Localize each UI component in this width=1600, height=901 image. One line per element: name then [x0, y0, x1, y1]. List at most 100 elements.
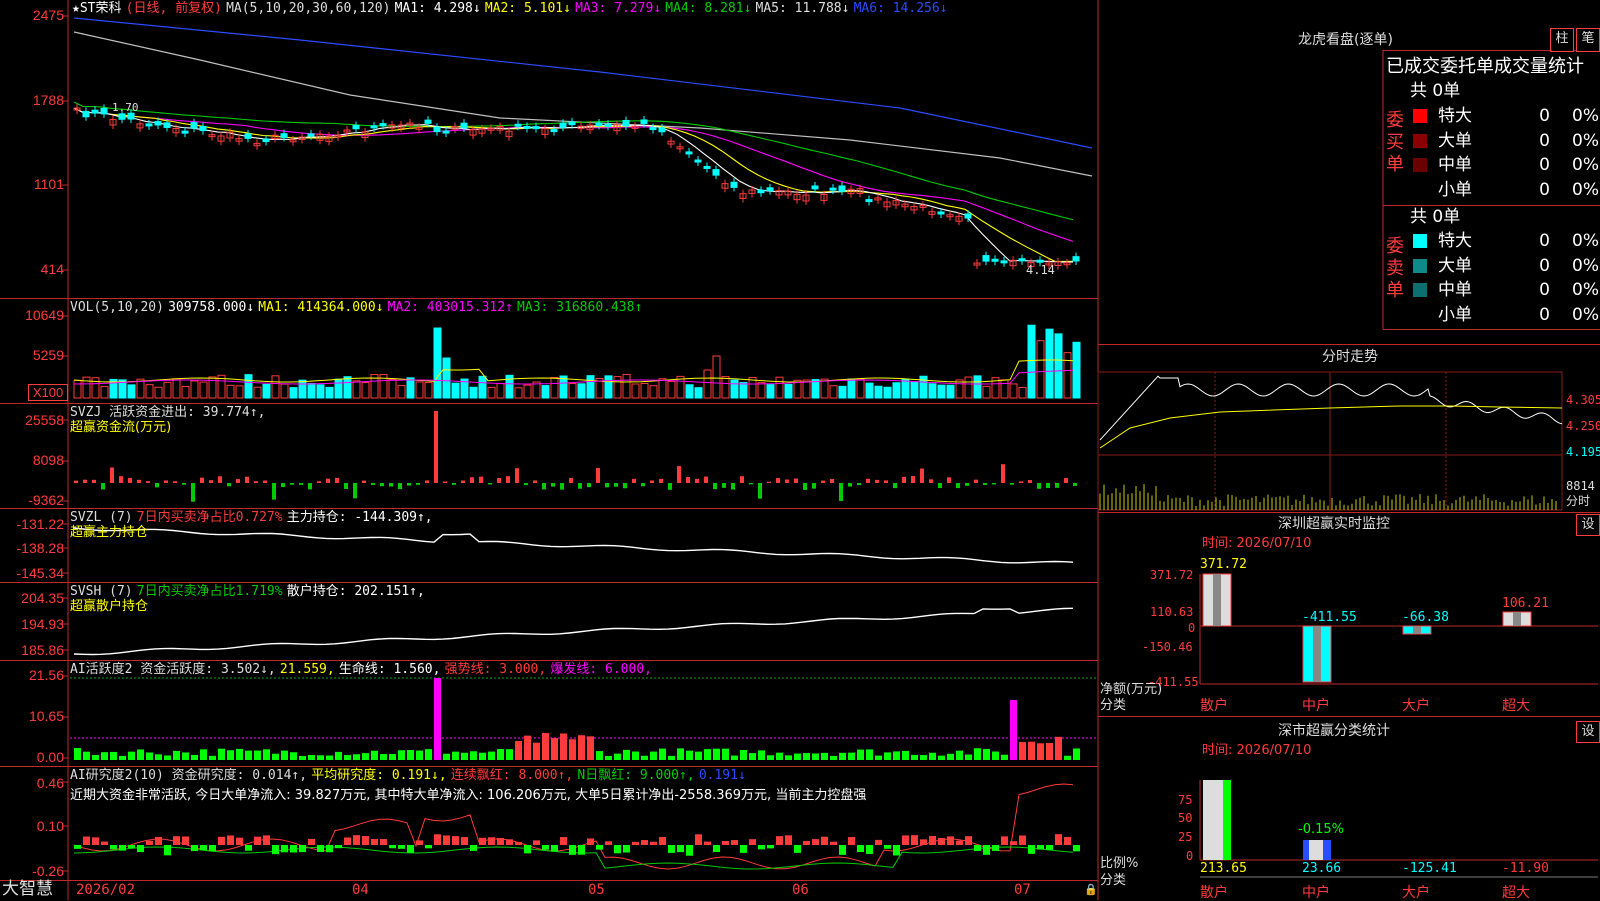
ai-active-bar — [893, 751, 900, 760]
sz-monitor-settings-button[interactable]: 设 — [1576, 514, 1600, 536]
candle — [307, 133, 315, 137]
sz-monitor-title: 深圳超赢实时监控 — [1278, 516, 1390, 532]
sz-monitor-time: 时间: 2026/07/10 — [1202, 536, 1312, 551]
ai-active-bar — [137, 749, 144, 760]
svsh-label: SVSH (7) — [70, 584, 133, 599]
candle — [433, 126, 441, 133]
intraday-vol-unit: 分时 — [1566, 494, 1591, 508]
monitor-bar-shade — [1313, 626, 1321, 682]
ai-active-bar — [659, 748, 666, 760]
svsh-pct: 7日内买卖净占比1.719% — [136, 584, 283, 599]
research-bar — [1001, 836, 1008, 845]
ai-active-bar — [416, 750, 423, 760]
research-bar — [425, 845, 432, 849]
ai-active-bar — [578, 735, 585, 760]
research-bar — [857, 845, 864, 853]
candle — [424, 119, 432, 124]
svzj-bar — [560, 483, 564, 490]
svsh-sub: 超赢散户持仓 — [70, 599, 149, 614]
volume-bar — [235, 385, 244, 399]
research-bar — [470, 845, 477, 851]
research-bar — [209, 845, 216, 852]
research-bar — [1046, 845, 1053, 850]
svzj-bar — [272, 483, 276, 500]
order-volume: 0 — [1539, 179, 1550, 200]
tab-stroke[interactable]: 笔 — [1576, 28, 1600, 52]
svzj-bar — [398, 483, 402, 490]
date-tick-1: 04 — [352, 882, 369, 898]
sz-class-time: 时间: 2026/07/10 — [1202, 743, 1312, 758]
volume-bar — [487, 386, 496, 399]
research-bar — [551, 845, 558, 852]
volume-bar — [145, 384, 154, 399]
research-bar — [254, 836, 261, 845]
order-swatch — [1413, 283, 1427, 298]
lock-icon[interactable]: 🔒 — [1084, 882, 1098, 898]
candle — [199, 125, 207, 132]
volume-bar — [469, 386, 478, 399]
order-type-label: 大单 — [1438, 130, 1472, 151]
order-volume: 0 — [1539, 304, 1550, 325]
svzj-bar — [614, 483, 618, 487]
volume-bar — [334, 378, 343, 399]
svzj-bar — [209, 480, 213, 483]
ai-active-life: 生命线: 1.560, — [338, 662, 441, 677]
svzj-chart — [74, 411, 1077, 502]
ai-active-bar — [479, 752, 486, 760]
volume-bar — [658, 378, 667, 399]
candle — [622, 119, 630, 127]
ai-active-bar — [1073, 748, 1080, 760]
ai-active-bar — [92, 754, 99, 760]
research-bar — [776, 836, 783, 845]
order-percent: 0% — [1572, 304, 1599, 325]
ai-active-bar — [218, 748, 225, 760]
svzj-bar — [596, 468, 600, 483]
svzj-bar — [758, 483, 762, 499]
ai-research-nday: N日飘红: 9.000↑, — [577, 768, 695, 783]
order-type-label: 特大 — [1438, 106, 1472, 126]
dragon-subtitle: 已成交委托单成交量统计 — [1386, 56, 1584, 77]
ai-active-bar — [785, 755, 792, 760]
research-bar — [524, 845, 531, 854]
vol-unit-button[interactable]: X100 — [28, 384, 68, 401]
ai-active-bar — [875, 755, 882, 760]
research-bar — [533, 840, 540, 845]
buy-total: 共 0单 — [1410, 81, 1461, 101]
volume-bar — [973, 375, 982, 399]
candle — [559, 122, 567, 128]
sz-class-title: 深市超赢分类统计 — [1278, 723, 1390, 739]
research-bar — [992, 845, 999, 851]
ai-active-bar — [497, 748, 504, 760]
volume-bar — [388, 379, 397, 399]
research-bar — [614, 845, 621, 854]
ai-active-bar — [380, 754, 387, 760]
intraday-chart — [1097, 371, 1563, 511]
svzj-bar — [857, 483, 861, 486]
svzl-label: SVZL (7) — [70, 510, 133, 525]
price-chart — [73, 17, 1093, 271]
research-bar — [794, 845, 801, 853]
ma1-line — [73, 107, 1074, 263]
research-bar — [155, 836, 162, 845]
volume-bar — [226, 384, 235, 399]
candle — [145, 123, 153, 127]
volume-bar — [478, 375, 487, 399]
ai-active-bar — [596, 751, 603, 760]
candle — [1018, 258, 1026, 262]
chart-canvas[interactable] — [0, 0, 1600, 900]
ai-active-strong: 强势线: 3.000, — [444, 662, 547, 677]
volume-bar — [406, 377, 415, 399]
ma4-value: MA4: 8.281↓ — [665, 1, 752, 16]
research-bar — [875, 839, 882, 845]
svzj-bar — [470, 477, 474, 483]
tab-column[interactable]: 柱 — [1550, 28, 1574, 52]
research-bar — [911, 835, 918, 845]
ai-active-bar — [272, 753, 279, 760]
svzj-axis-1: 8098 — [32, 452, 64, 468]
sz-class-settings-button[interactable]: 设 — [1576, 721, 1600, 743]
order-swatch — [1413, 258, 1427, 273]
ma5-value: MA5: 11.788↓ — [755, 1, 850, 16]
svsh-hold: 散户持仓: 202.151↑, — [286, 584, 425, 599]
svzj-bar — [524, 483, 528, 486]
order-swatch — [1413, 158, 1427, 173]
